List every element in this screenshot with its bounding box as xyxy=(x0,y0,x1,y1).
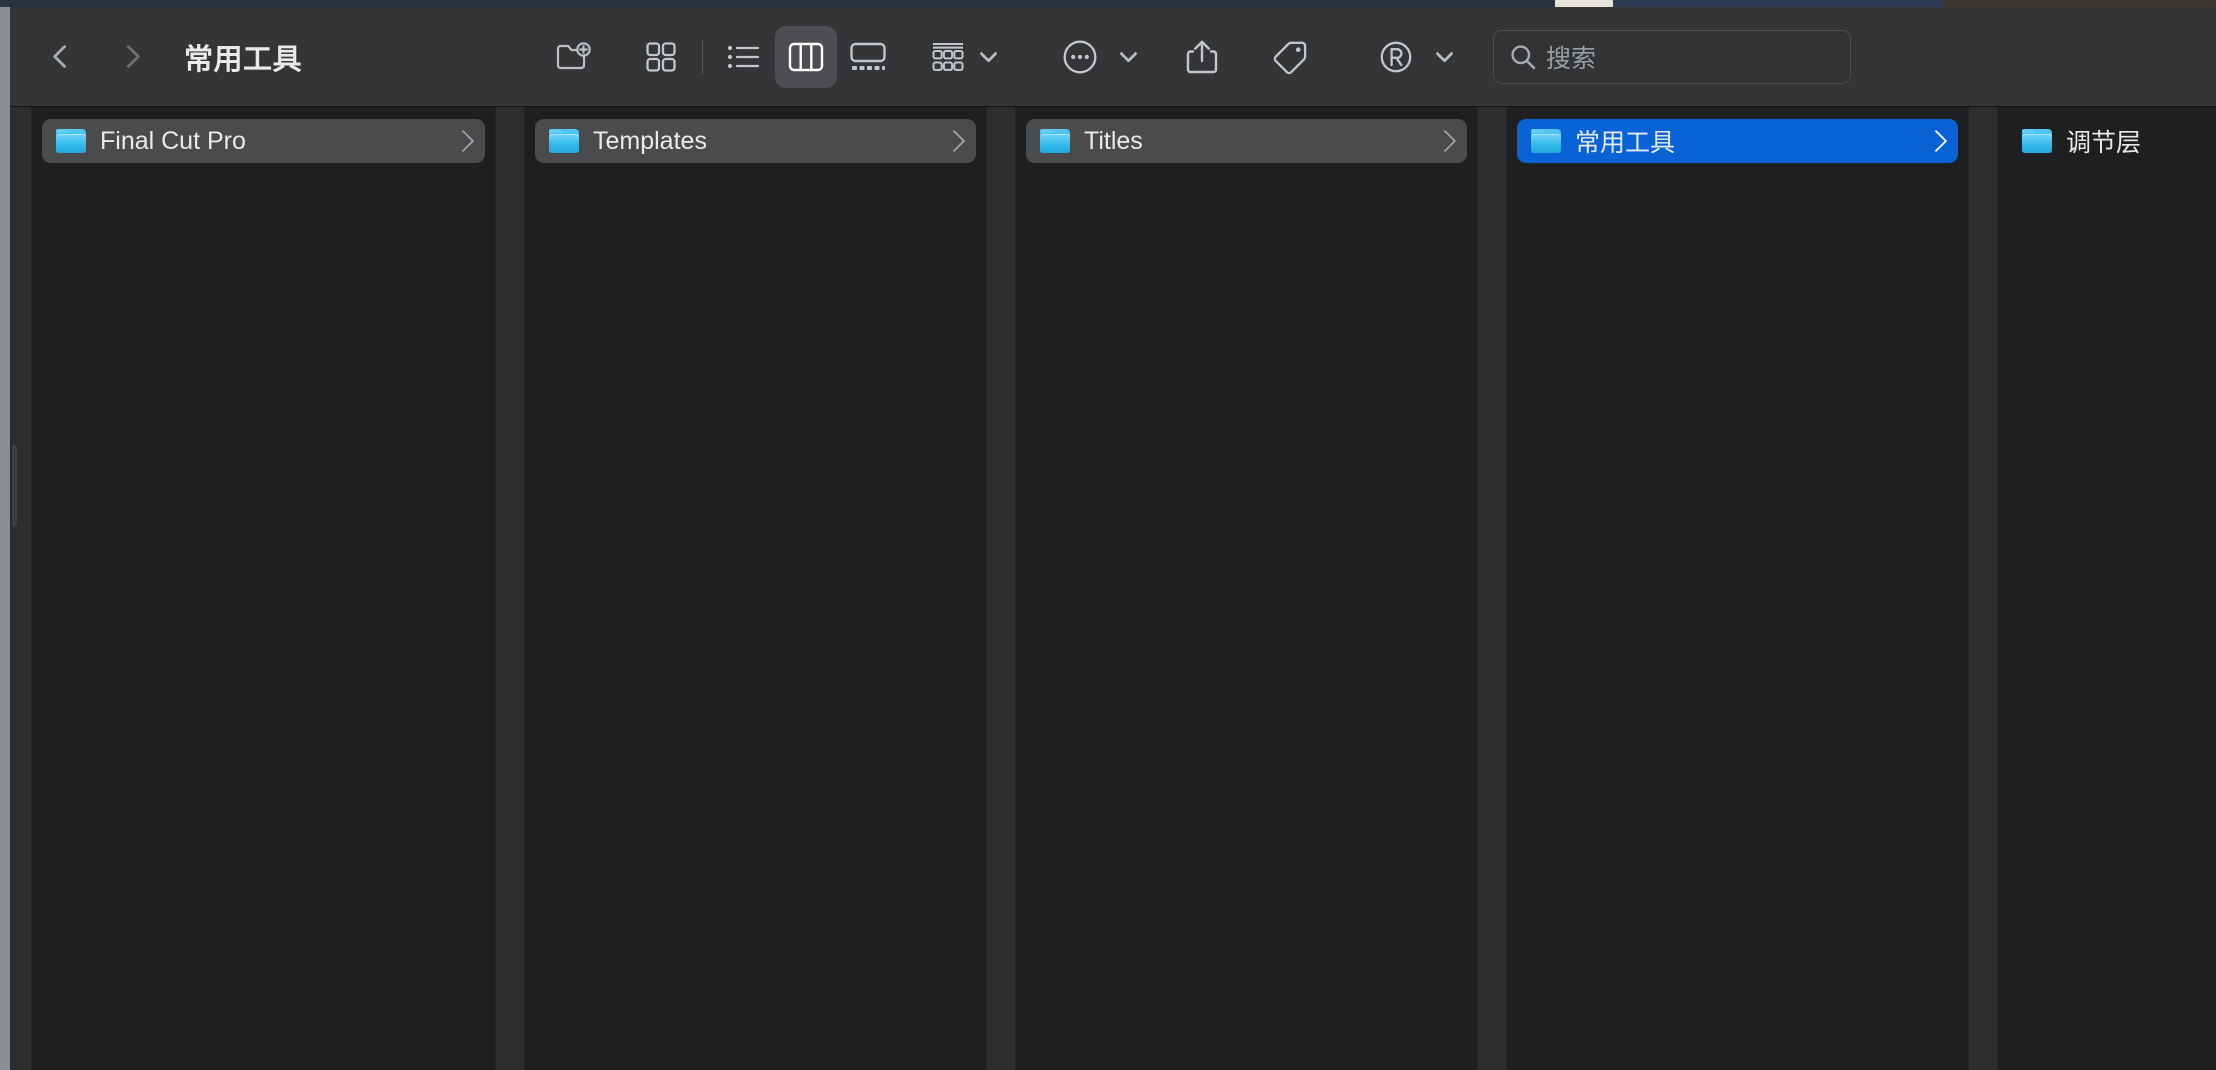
background-window-segment-3 xyxy=(1943,0,2216,7)
column-1: Final Cut Pro xyxy=(32,107,495,1070)
sidebar-resize-handle[interactable] xyxy=(12,445,17,527)
share-button[interactable] xyxy=(1171,26,1233,88)
folder-icon xyxy=(2022,129,2052,153)
column-browser: Final Cut Pro Templates Titles 常用工具 调节层 xyxy=(10,107,2216,1070)
back-button[interactable] xyxy=(46,35,82,79)
folder-icon xyxy=(1531,129,1561,153)
chevron-down-icon xyxy=(978,44,998,63)
column-divider-0[interactable] xyxy=(10,107,32,1070)
view-gallery-button[interactable] xyxy=(837,26,899,88)
background-window-segment-2 xyxy=(1613,0,1943,7)
view-icon-button[interactable] xyxy=(630,26,692,88)
list-item-label: Titles xyxy=(1084,126,1143,155)
column-divider-4[interactable] xyxy=(1968,107,1998,1070)
search-field[interactable]: 搜索 xyxy=(1493,29,1852,84)
chevron-right-icon xyxy=(942,129,966,153)
view-list-button[interactable] xyxy=(713,26,775,88)
list-item-label: 调节层 xyxy=(2066,129,2142,157)
background-window-highlight xyxy=(1555,0,1613,7)
folder-icon xyxy=(549,129,579,153)
chevron-left-icon xyxy=(51,44,77,69)
new-folder-button[interactable] xyxy=(542,26,604,88)
column-divider-1[interactable] xyxy=(495,107,525,1070)
chevron-right-icon xyxy=(1433,129,1457,153)
list-item[interactable]: 调节层 xyxy=(2008,119,2206,163)
registered-r-icon xyxy=(1380,41,1412,72)
list-item[interactable]: Final Cut Pro xyxy=(42,119,485,163)
more-options-caret-button[interactable] xyxy=(1111,26,1145,88)
toolbar-divider xyxy=(702,39,704,74)
gallery-view-icon xyxy=(850,42,886,70)
share-icon xyxy=(1186,40,1218,73)
tag-button[interactable] xyxy=(1259,26,1321,88)
column-divider-3[interactable] xyxy=(1477,107,1507,1070)
group-by-icon xyxy=(932,42,964,71)
list-item-label: Final Cut Pro xyxy=(100,126,246,155)
extension-button[interactable] xyxy=(1365,26,1427,88)
new-folder-icon xyxy=(556,41,591,69)
list-item-label: 常用工具 xyxy=(1575,129,1676,157)
group-by-caret-button[interactable] xyxy=(971,26,1005,88)
view-column-button[interactable] xyxy=(775,25,838,88)
background-window-segment xyxy=(0,0,1555,7)
column-view-icon xyxy=(788,42,824,71)
folder-icon xyxy=(56,129,86,153)
extension-caret-button[interactable] xyxy=(1427,26,1461,88)
folder-icon xyxy=(1040,129,1070,153)
desktop-background-top-strip xyxy=(0,0,2216,7)
tag-icon xyxy=(1273,41,1307,74)
column-divider-2[interactable] xyxy=(986,107,1016,1070)
list-item[interactable]: Titles xyxy=(1026,119,1467,163)
more-options-button[interactable] xyxy=(1049,26,1111,88)
desktop-background-left-strip xyxy=(0,7,10,1070)
search-icon xyxy=(1506,40,1540,74)
column-5: 调节层 xyxy=(1998,107,2216,1070)
toolbar: 常用工具 搜索 xyxy=(10,7,2216,107)
search-input[interactable]: 搜索 xyxy=(1546,39,1596,75)
chevron-right-icon xyxy=(451,129,475,153)
list-item-label: Templates xyxy=(593,126,707,155)
ellipsis-circle-icon xyxy=(1063,40,1097,73)
list-item[interactable]: 常用工具 xyxy=(1517,119,1958,163)
navigation-buttons xyxy=(46,35,146,79)
column-2: Templates xyxy=(525,107,986,1070)
forward-button[interactable] xyxy=(110,35,146,79)
column-3: Titles xyxy=(1016,107,1477,1070)
list-view-icon xyxy=(727,45,760,68)
chevron-down-icon xyxy=(1118,44,1138,63)
finder-window: 常用工具 搜索 Final Cut Pro Templates Titles 常… xyxy=(10,7,2216,1070)
chevron-right-icon xyxy=(115,44,141,69)
list-item[interactable]: Templates xyxy=(535,119,976,163)
group-by-button[interactable] xyxy=(925,26,971,88)
grid-view-icon xyxy=(646,41,676,72)
chevron-right-icon xyxy=(1924,129,1948,153)
window-title: 常用工具 xyxy=(184,43,303,76)
column-4: 常用工具 xyxy=(1507,107,1968,1070)
chevron-down-icon xyxy=(1434,44,1454,63)
